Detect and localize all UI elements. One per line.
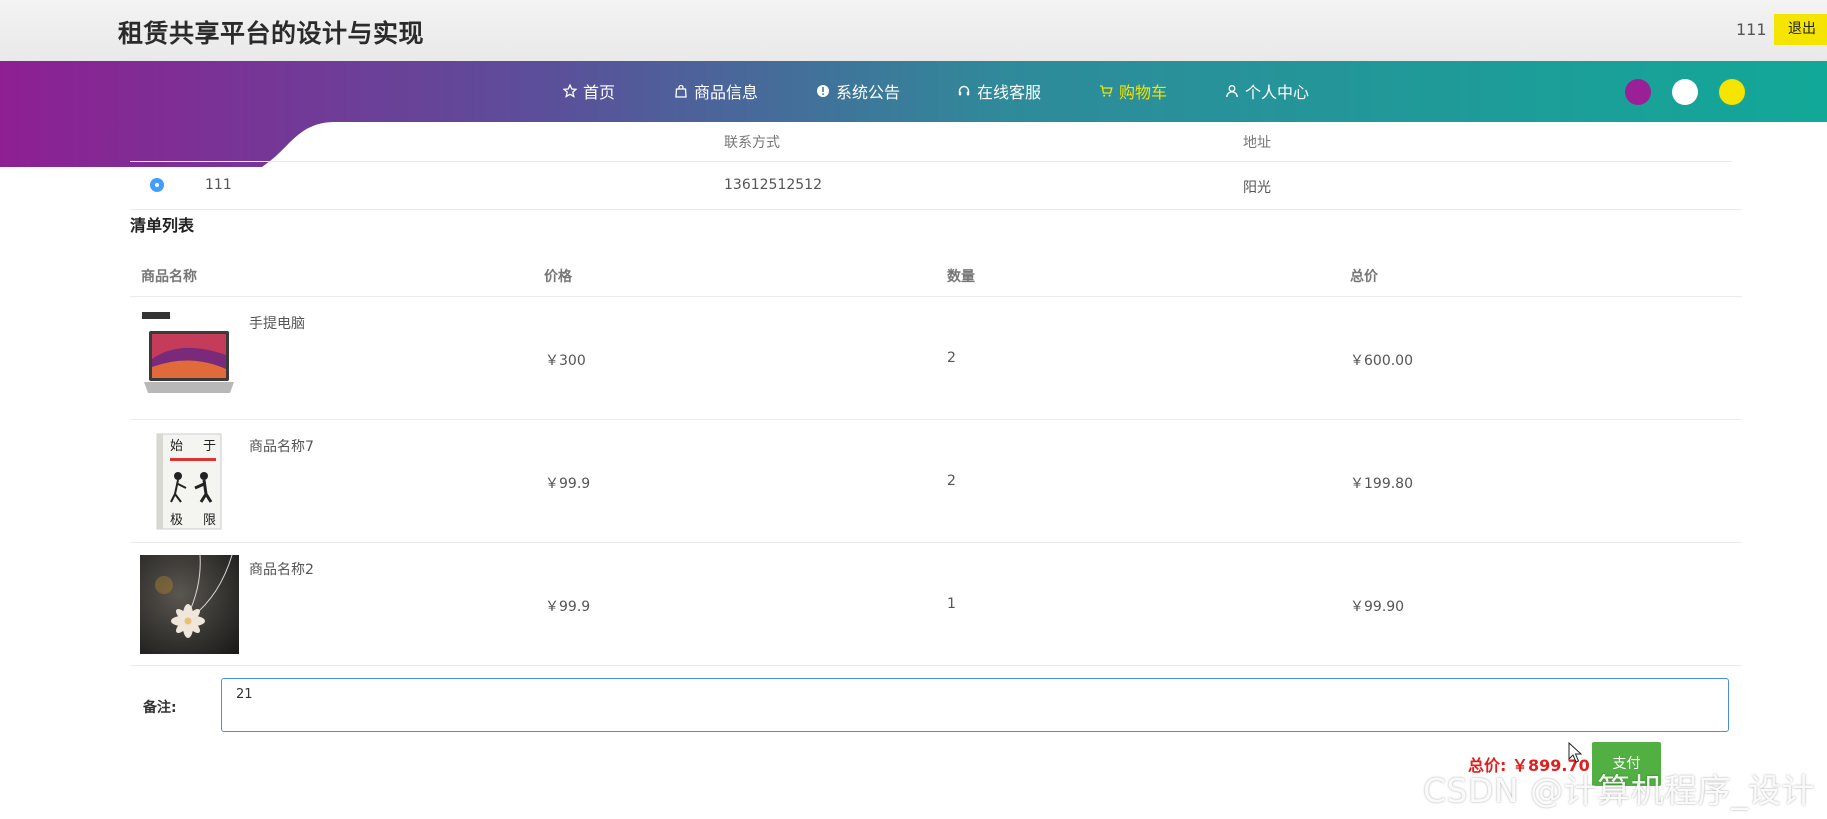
address-radio[interactable] [150, 178, 164, 192]
address-name: 111 [205, 177, 232, 193]
top-bar: 租赁共享平台的设计与实现 111 退出 [0, 0, 1827, 61]
product-name: 商品名称2 [249, 562, 314, 578]
table-row: 始 于 极 限 商品名称7 ￥99.9 2 ￥199.80 [130, 420, 1742, 543]
nav-item-home[interactable]: 首页 [563, 79, 615, 103]
logout-button[interactable]: 退出 [1774, 14, 1827, 45]
column-contact: 联系方式 [724, 135, 780, 151]
order-list-title: 清单列表 [130, 216, 195, 235]
user-icon [1226, 85, 1238, 98]
order-items-table: 商品名称 价格 数量 总价 手提电脑 ￥300 2 ￥600.00 始 于 极 … [130, 254, 1742, 666]
main-nav: 首页 商品信息 系统公告 在线客服 购物车 个人中心 [0, 61, 1827, 121]
nav-item-profile[interactable]: 个人中心 [1225, 79, 1309, 103]
column-address: 地址 [1243, 135, 1271, 151]
remark-input[interactable]: 21 [221, 678, 1729, 732]
column-price: 价格 [544, 269, 572, 285]
column-total: 总价 [1350, 269, 1378, 285]
product-name: 手提电脑 [249, 316, 305, 332]
nav-item-label: 在线客服 [977, 83, 1042, 102]
address-phone: 13612512512 [724, 177, 822, 193]
info-icon [817, 85, 829, 97]
nav-item-products[interactable]: 商品信息 [674, 79, 758, 103]
nav-item-label: 系统公告 [836, 83, 901, 102]
current-username: 111 [1736, 20, 1767, 39]
bag-icon [675, 84, 687, 98]
product-quantity: 2 [947, 473, 956, 489]
address-table-header: 联系方式 地址 [130, 122, 1732, 162]
table-header: 商品名称 价格 数量 总价 [130, 254, 1742, 297]
headset-icon [958, 85, 970, 96]
table-row: 商品名称2 ￥99.9 1 ￥99.90 [130, 543, 1742, 666]
theme-yellow-dot[interactable] [1719, 79, 1745, 105]
table-row: 手提电脑 ￥300 2 ￥600.00 [130, 297, 1742, 420]
product-price: ￥300 [545, 353, 586, 369]
nav-item-label: 购物车 [1119, 83, 1168, 102]
product-subtotal: ￥99.90 [1350, 599, 1405, 615]
address-location: 阳光 [1243, 180, 1271, 196]
svg-text:始: 始 [170, 439, 183, 454]
svg-text:于: 于 [203, 439, 216, 454]
column-qty: 数量 [947, 269, 975, 285]
site-title: 租赁共享平台的设计与实现 [118, 19, 425, 48]
column-name: 商品名称 [141, 269, 197, 285]
nav-item-support[interactable]: 在线客服 [957, 79, 1041, 103]
nav-item-cart[interactable]: 购物车 [1099, 79, 1167, 103]
mouse-cursor-icon [1568, 742, 1583, 763]
product-quantity: 1 [947, 596, 956, 612]
star-icon [563, 84, 577, 98]
product-price: ￥99.9 [545, 599, 591, 615]
product-subtotal: ￥600.00 [1350, 353, 1413, 369]
product-subtotal: ￥199.80 [1350, 476, 1413, 492]
theme-white-dot[interactable] [1672, 79, 1698, 105]
product-price: ￥99.9 [545, 476, 591, 492]
svg-text:限: 限 [203, 513, 216, 528]
product-name: 商品名称7 [249, 439, 314, 455]
svg-text:极: 极 [170, 513, 183, 528]
csdn-watermark: CSDN @计算机程序_设计 [1423, 771, 1816, 810]
nav-item-label: 商品信息 [694, 83, 759, 102]
theme-purple-dot[interactable] [1625, 79, 1651, 105]
nav-item-label: 个人中心 [1245, 83, 1310, 102]
laptop-product-image [140, 309, 239, 408]
product-quantity: 2 [947, 350, 956, 366]
cart-icon [1100, 85, 1113, 97]
remark-label: 备注: [143, 700, 177, 716]
necklace-product-image [140, 555, 239, 654]
book-product-image: 始 于 极 限 [140, 432, 239, 531]
address-row[interactable]: 111 13612512512 阳光 [130, 162, 1742, 210]
nav-item-announcements[interactable]: 系统公告 [816, 79, 900, 103]
nav-item-label: 首页 [583, 83, 616, 102]
